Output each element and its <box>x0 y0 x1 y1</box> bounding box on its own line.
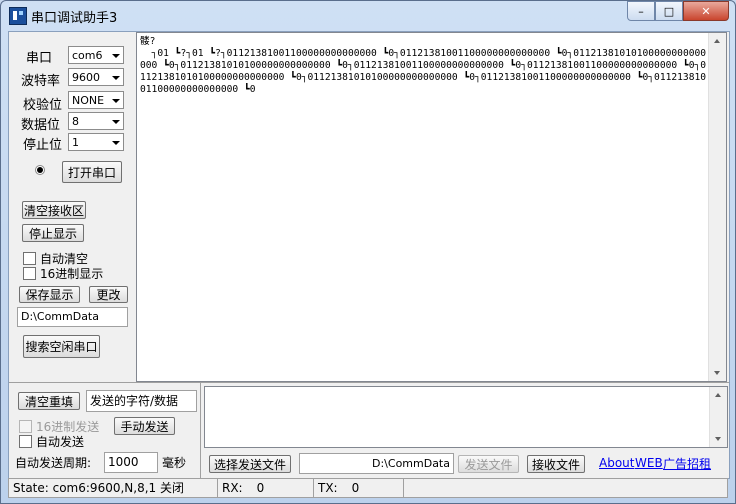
rx-value: 0 <box>256 481 265 495</box>
hex-display-label: 16进制显示 <box>40 267 104 281</box>
ad-link[interactable]: 广告招租 <box>663 455 711 472</box>
window-controls: – □ ✕ <box>627 1 729 21</box>
databits-label: 数据位 <box>21 118 61 133</box>
close-icon: ✕ <box>701 4 711 18</box>
chevron-down-icon <box>112 141 120 145</box>
save-display-button[interactable]: 保存显示 <box>19 286 80 303</box>
baud-value: 9600 <box>72 71 100 84</box>
manual-send-button[interactable]: 手动发送 <box>114 417 175 435</box>
send-text-area[interactable] <box>204 386 728 448</box>
baud-select[interactable]: 9600 <box>68 68 124 86</box>
databits-value: 8 <box>72 115 79 128</box>
choose-file-button[interactable]: 选择发送文件 <box>209 455 291 473</box>
open-port-button[interactable]: 打开串口 <box>62 161 122 183</box>
databits-select[interactable]: 8 <box>68 112 124 130</box>
maximize-icon: □ <box>663 4 675 18</box>
chevron-down-icon <box>112 99 120 103</box>
scroll-down-icon[interactable] <box>714 371 720 375</box>
receive-scrollbar[interactable] <box>708 33 726 381</box>
stopbits-value: 1 <box>72 136 79 149</box>
tx-counter: TX: 0 <box>314 479 404 497</box>
port-value: com6 <box>72 49 103 62</box>
state-text: State: com6:9600,N,8,1 关闭 <box>9 479 218 497</box>
auto-send-label: 自动发送 <box>36 435 85 449</box>
window-title: 串口调试助手3 <box>31 11 118 26</box>
receive-area[interactable]: 髅? ┐01 ┗?┐01 ┗?┐011213810011000000000000… <box>136 32 727 382</box>
scroll-down-icon[interactable] <box>715 437 721 441</box>
rx-label: RX: <box>222 481 243 495</box>
send-caption-field[interactable]: 发送的字符/数据 <box>86 390 197 412</box>
scroll-up-icon[interactable] <box>715 393 721 397</box>
save-path-field[interactable]: D:\CommData <box>17 307 128 327</box>
checkbox-icon <box>19 435 32 448</box>
clear-receive-button[interactable]: 清空接收区 <box>22 201 86 219</box>
port-label: 串口 <box>26 51 53 66</box>
scroll-up-icon[interactable] <box>714 39 720 43</box>
minimize-button[interactable]: – <box>627 1 655 21</box>
checkbox-icon <box>19 420 32 433</box>
parity-label: 校验位 <box>23 98 63 113</box>
period-field[interactable]: 1000 <box>104 452 158 473</box>
file-path-field[interactable]: D:\CommData <box>299 453 454 474</box>
close-button[interactable]: ✕ <box>683 1 729 21</box>
receive-file-button[interactable]: 接收文件 <box>527 455 585 473</box>
app-window: 串口调试助手3 – □ ✕ 串口 com6 波特率 9600 校验位 NONE … <box>0 0 736 504</box>
checkbox-icon <box>23 267 36 280</box>
stopbits-select[interactable]: 1 <box>68 133 124 151</box>
divider <box>9 382 729 383</box>
change-button[interactable]: 更改 <box>89 286 128 303</box>
send-file-button[interactable]: 发送文件 <box>458 455 519 473</box>
app-icon <box>9 7 27 25</box>
period-label: 自动发送周期: <box>15 456 92 470</box>
send-scrollbar[interactable] <box>709 387 727 447</box>
stopbits-label: 停止位 <box>23 138 63 153</box>
receive-text: 髅? ┐01 ┗?┐01 ┗?┐011213810011000000000000… <box>140 36 707 95</box>
tx-label: TX: <box>318 481 338 495</box>
minimize-icon: – <box>638 4 644 18</box>
port-select[interactable]: com6 <box>68 46 124 64</box>
status-bar: State: com6:9600,N,8,1 关闭 RX: 0 TX: 0 <box>8 478 728 498</box>
parity-select[interactable]: NONE <box>68 91 124 109</box>
about-link[interactable]: About <box>599 456 634 470</box>
chevron-down-icon <box>112 54 120 58</box>
chevron-down-icon <box>112 76 120 80</box>
auto-send-checkbox[interactable]: 自动发送 <box>19 433 84 450</box>
baud-label: 波特率 <box>21 74 61 89</box>
chevron-down-icon <box>112 120 120 124</box>
port-status-indicator <box>37 167 43 173</box>
web-link[interactable]: WEB <box>635 456 663 470</box>
tx-value: 0 <box>351 481 360 495</box>
clear-resend-button[interactable]: 清空重填 <box>18 392 80 410</box>
settings-panel: 串口 com6 波特率 9600 校验位 NONE 数据位 8 停止位 1 打开… <box>9 32 137 382</box>
parity-value: NONE <box>72 94 105 107</box>
client-area: 串口 com6 波特率 9600 校验位 NONE 数据位 8 停止位 1 打开… <box>8 31 730 479</box>
title-bar[interactable]: 串口调试助手3 – □ ✕ <box>1 1 735 31</box>
stop-display-button[interactable]: 停止显示 <box>22 224 84 242</box>
maximize-button[interactable]: □ <box>655 1 683 21</box>
period-unit: 毫秒 <box>162 456 187 470</box>
search-port-button[interactable]: 搜索空闲串口 <box>23 335 100 358</box>
checkbox-icon <box>23 252 36 265</box>
divider <box>200 383 201 478</box>
rx-counter: RX: 0 <box>218 479 314 497</box>
hex-display-checkbox[interactable]: 16进制显示 <box>23 265 103 282</box>
